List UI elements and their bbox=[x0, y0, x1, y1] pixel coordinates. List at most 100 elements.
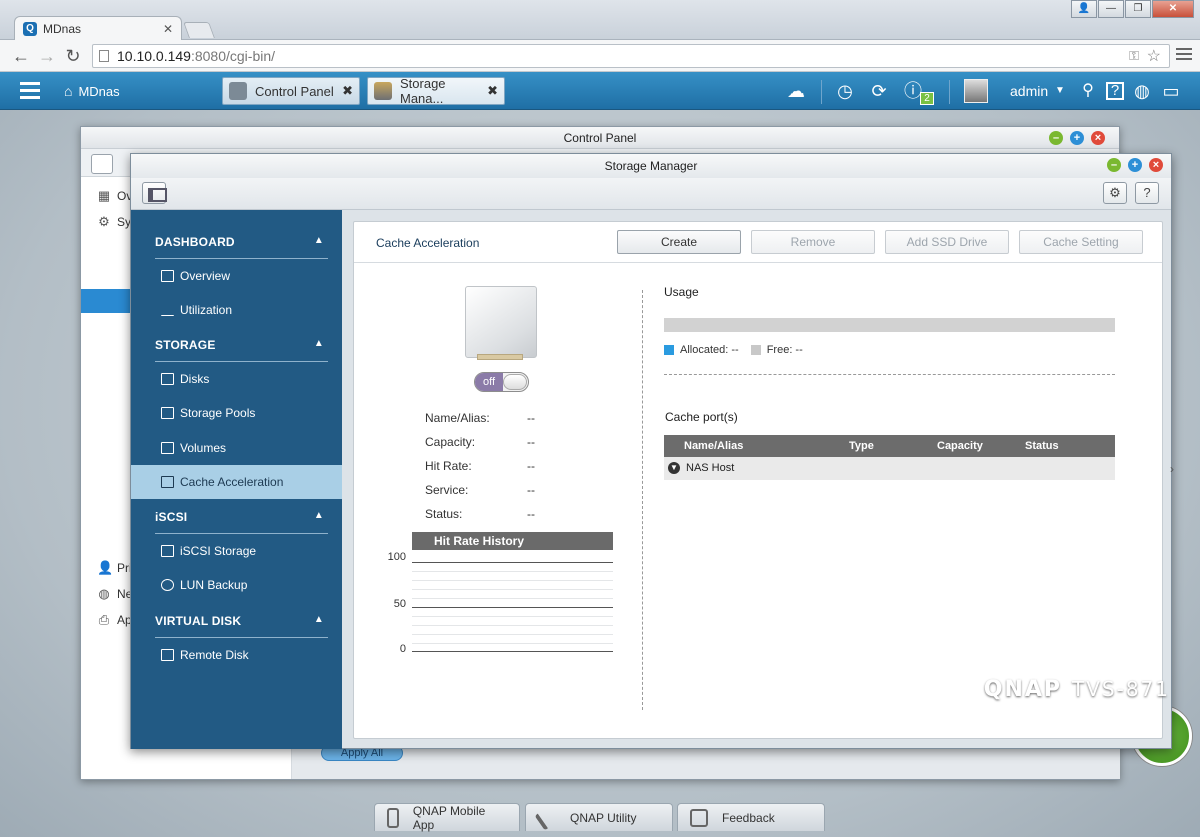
main-menu-icon[interactable] bbox=[20, 82, 40, 100]
nav-item-storage-pools[interactable]: Storage Pools bbox=[131, 396, 342, 430]
row-name: NAS Host bbox=[686, 462, 735, 474]
nav-item-iscsi-storage[interactable]: iSCSI Storage bbox=[131, 534, 342, 568]
qnap-mobile-app-button[interactable]: QNAP Mobile App bbox=[374, 803, 520, 832]
browser-tab[interactable]: Q MDnas ✕ bbox=[14, 16, 182, 40]
nav-item-utilization[interactable]: Utilization bbox=[131, 293, 342, 327]
address-bar[interactable]: 10.10.0.149 :8080/cgi-bin/ ⚿ ☆ bbox=[92, 44, 1170, 68]
add-ssd-drive-button[interactable]: Add SSD Drive bbox=[885, 230, 1009, 254]
feedback-button[interactable]: Feedback bbox=[677, 803, 825, 831]
back-icon[interactable]: ← bbox=[10, 45, 32, 67]
close-icon[interactable]: × bbox=[1149, 158, 1163, 172]
view-toggle-button[interactable] bbox=[91, 154, 113, 174]
forward-icon[interactable]: → bbox=[36, 45, 58, 67]
nav-section-iscsi[interactable]: iSCSI ▲ bbox=[155, 510, 328, 524]
nav-section-dashboard[interactable]: DASHBOARD ▲ bbox=[155, 235, 328, 249]
sidebar-item-network[interactable]: ◍ Ne bbox=[97, 587, 132, 602]
chevron-right-icon[interactable]: › bbox=[1170, 462, 1174, 476]
minimize-button[interactable]: — bbox=[1098, 0, 1124, 18]
key-icon[interactable]: ⚿ bbox=[1129, 48, 1139, 64]
sidebar-item-overview[interactable]: ▦ Ov bbox=[97, 188, 133, 204]
table-row[interactable]: ▼ NAS Host bbox=[664, 457, 1115, 480]
cache-setting-button[interactable]: Cache Setting bbox=[1019, 230, 1143, 254]
grid-line bbox=[412, 598, 613, 599]
cache-toggle[interactable]: off bbox=[474, 372, 529, 392]
chevron-up-icon[interactable]: ▲ bbox=[314, 510, 324, 521]
close-tab-icon[interactable]: ✕ bbox=[163, 22, 173, 36]
col-name-alias[interactable]: Name/Alias bbox=[684, 440, 743, 452]
home-button[interactable]: ⌂ MDnas bbox=[64, 83, 120, 99]
tab-control-panel[interactable]: Control Panel ✖ bbox=[222, 77, 360, 105]
create-button[interactable]: Create bbox=[617, 230, 741, 254]
nav-item-volumes[interactable]: Volumes bbox=[131, 431, 342, 465]
close-icon[interactable]: × bbox=[1091, 131, 1105, 145]
maximize-icon[interactable]: + bbox=[1070, 131, 1084, 145]
nav-item-overview[interactable]: Overview bbox=[131, 259, 342, 293]
help-icon[interactable]: ? bbox=[1135, 182, 1159, 204]
nav-section-storage[interactable]: STORAGE ▲ bbox=[155, 338, 328, 352]
nav-item-cache-acceleration[interactable]: Cache Acceleration bbox=[131, 465, 342, 499]
qnap-logo: QNAP TVS-871 bbox=[984, 677, 1170, 702]
dock-label: Feedback bbox=[722, 810, 775, 825]
tab-storage-manager[interactable]: Storage Mana... ✖ bbox=[367, 76, 505, 106]
qnap-utility-button[interactable]: QNAP Utility bbox=[525, 803, 673, 831]
sync-icon[interactable]: ⟳ bbox=[868, 80, 890, 102]
grid-line bbox=[412, 651, 613, 652]
close-control-panel-icon[interactable]: ✖ bbox=[342, 83, 353, 99]
chevron-up-icon[interactable]: ▲ bbox=[314, 614, 324, 625]
username[interactable]: admin bbox=[1010, 83, 1048, 99]
tab-control-panel-label: Control Panel bbox=[255, 83, 334, 99]
user-profile-button[interactable]: 👤 bbox=[1071, 0, 1097, 18]
minimize-icon[interactable]: – bbox=[1049, 131, 1063, 145]
help-icon[interactable]: ? bbox=[1106, 82, 1124, 100]
browser-menu-icon[interactable] bbox=[1176, 48, 1192, 64]
info-capacity: Capacity: -- bbox=[425, 435, 625, 449]
chevron-up-icon[interactable]: ▲ bbox=[314, 235, 324, 246]
sidebar-item-applications[interactable]: ⎙ Ap bbox=[97, 613, 132, 628]
remove-button[interactable]: Remove bbox=[751, 230, 875, 254]
nav-section-virtual-disk[interactable]: VIRTUAL DISK ▲ bbox=[155, 614, 328, 628]
new-tab-button[interactable] bbox=[183, 22, 215, 38]
minimize-icon[interactable]: – bbox=[1107, 158, 1121, 172]
grid-icon: ▦ bbox=[97, 188, 111, 203]
sidebar-item-system[interactable]: ⚙ Sy bbox=[97, 214, 131, 230]
cloud-icon[interactable]: ☁ bbox=[784, 80, 808, 102]
backup-icon bbox=[161, 579, 174, 591]
nav-item-disks[interactable]: Disks bbox=[131, 362, 342, 396]
y-tick-100: 100 bbox=[387, 551, 406, 563]
user-icon: 👤 bbox=[97, 560, 114, 575]
maximize-icon[interactable]: + bbox=[1128, 158, 1142, 172]
url-path: :8080/cgi-bin/ bbox=[190, 48, 276, 64]
col-status[interactable]: Status bbox=[1025, 440, 1059, 452]
nav-item-remote-disk[interactable]: Remote Disk bbox=[131, 638, 342, 672]
bookmark-star-icon[interactable]: ☆ bbox=[1147, 46, 1161, 66]
hit-rate-history-header: Hit Rate History bbox=[412, 532, 613, 550]
gear-icon: ⚙ bbox=[98, 214, 110, 229]
volume-icon bbox=[161, 442, 174, 454]
monitor-icon[interactable]: ▭ bbox=[1160, 80, 1182, 102]
grid-line bbox=[412, 589, 613, 590]
storage-manager-title-bar: Storage Manager – + × bbox=[131, 154, 1171, 178]
nav-item-lun-backup[interactable]: LUN Backup bbox=[131, 568, 342, 602]
close-window-button[interactable]: ✕ bbox=[1152, 0, 1194, 18]
chevron-down-icon[interactable]: ▼ bbox=[668, 462, 680, 474]
avatar[interactable] bbox=[964, 79, 988, 103]
settings-gear-icon[interactable]: ⚙ bbox=[1103, 182, 1127, 204]
clock-icon[interactable]: ◷ bbox=[834, 80, 856, 102]
model-name: TVS-871 bbox=[1072, 677, 1170, 701]
sidebar-item-privilege[interactable]: 👤 Pri bbox=[97, 560, 132, 576]
globe-icon[interactable]: ◍ bbox=[1132, 80, 1152, 102]
col-type[interactable]: Type bbox=[849, 440, 874, 452]
chevron-down-icon[interactable]: ▼ bbox=[1054, 80, 1066, 102]
chevron-up-icon[interactable]: ▲ bbox=[314, 338, 324, 349]
grid-line bbox=[412, 562, 613, 563]
iscsi-storage-icon bbox=[161, 545, 174, 557]
page-icon bbox=[99, 50, 109, 62]
sidebar-toggle-icon[interactable] bbox=[142, 182, 167, 204]
close-storage-manager-icon[interactable]: ✖ bbox=[487, 83, 498, 99]
grid-line bbox=[412, 625, 613, 626]
search-icon[interactable]: ⚲ bbox=[1078, 80, 1098, 102]
window-controls: 👤 — ❐ ✕ bbox=[1070, 0, 1194, 18]
col-capacity[interactable]: Capacity bbox=[937, 440, 983, 452]
restore-button[interactable]: ❐ bbox=[1125, 0, 1151, 18]
reload-icon[interactable]: ↻ bbox=[62, 45, 84, 67]
